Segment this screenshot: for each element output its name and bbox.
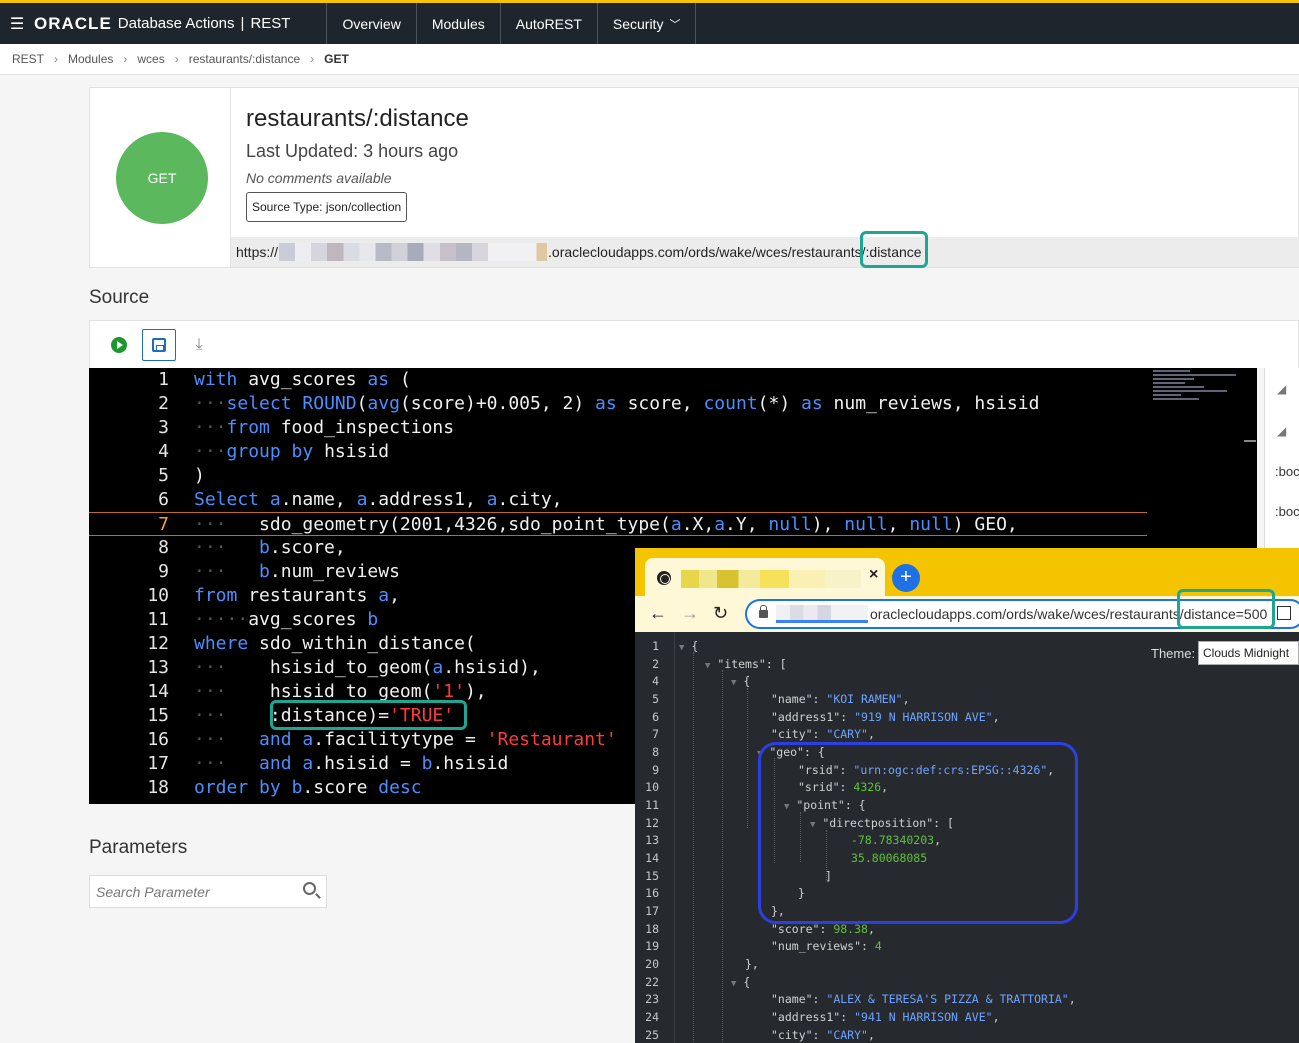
- url-query-highlight: [1177, 589, 1275, 629]
- breadcrumb-current: GET: [324, 52, 349, 66]
- chevron-right-icon: ›: [310, 52, 315, 66]
- geo-object-highlight: [758, 742, 1078, 924]
- download-button[interactable]: ⤓: [182, 329, 216, 361]
- breadcrumb-wces[interactable]: wces: [137, 52, 164, 66]
- play-icon: [111, 336, 127, 353]
- source-heading: Source: [89, 287, 150, 308]
- search-icon[interactable]: [303, 882, 316, 895]
- new-tab-button[interactable]: +: [892, 564, 920, 592]
- editor-scrollbar[interactable]: [1244, 440, 1256, 442]
- side-panel: ◢ ◢ :boc :boc: [1264, 368, 1299, 548]
- code-line: 6 Select a.name, a.address1, a.city,: [158, 489, 563, 510]
- side-panel-item[interactable]: :boc: [1275, 464, 1299, 479]
- search-placeholder: Search Parameter: [96, 883, 210, 900]
- search-parameter-input[interactable]: Search Parameter: [89, 875, 327, 908]
- chevron-right-icon: ›: [174, 52, 179, 66]
- reload-icon[interactable]: ↻: [713, 603, 728, 624]
- collapse-arrow-icon[interactable]: ◢: [1277, 424, 1286, 438]
- distance-param-highlight: [270, 700, 467, 730]
- nav-security[interactable]: Security ﹀: [596, 3, 697, 44]
- breadcrumb-modules[interactable]: Modules: [68, 52, 113, 66]
- handler-card: GET restaurants/:distance Last Updated: …: [89, 87, 1299, 268]
- oracle-logo: ORACLE: [34, 13, 112, 33]
- last-updated: Last Updated: 3 hours ago: [246, 141, 459, 161]
- hamburger-menu-icon[interactable]: ☰: [0, 3, 34, 44]
- source-type-badge: Source Type: json/collection: [246, 192, 408, 222]
- comments: No comments available: [246, 170, 392, 186]
- download-icon: ⤓: [195, 335, 203, 353]
- editor-minimap[interactable]: [1153, 370, 1245, 410]
- save-icon: [152, 337, 166, 352]
- redacted-url-host: [776, 605, 868, 623]
- globe-icon: [657, 571, 671, 585]
- brand: ORACLE Database Actions | REST: [34, 3, 326, 44]
- redacted-host: [279, 243, 548, 261]
- code-line-active: 7 ··· sdo_geometry(2001,4326,sdo_point_ty…: [89, 512, 1147, 536]
- share-icon[interactable]: [1277, 606, 1291, 620]
- endpoint-url[interactable]: https:// .oraclecloudapps.com/ords/wake/…: [231, 237, 1299, 267]
- save-button[interactable]: [142, 328, 176, 361]
- method-badge: GET: [116, 132, 208, 224]
- editor-toolbar: ⤓: [89, 320, 1299, 368]
- close-tab-icon[interactable]: ×: [869, 566, 878, 584]
- json-line: 22 ▼ {: [645, 975, 751, 989]
- chevron-down-icon: ﹀: [669, 18, 681, 31]
- json-line: 1 ▼ {: [652, 639, 699, 653]
- breadcrumb: REST › Modules › wces › restaurants/:dis…: [0, 44, 1299, 75]
- side-panel-item[interactable]: :boc: [1275, 504, 1299, 519]
- url-prefix: https://: [236, 244, 279, 260]
- url-param-highlight: [860, 231, 928, 268]
- breadcrumb-template[interactable]: restaurants/:distance: [189, 52, 300, 66]
- json-line: 2 ▼ "items": [: [652, 657, 787, 671]
- url-suffix: .oraclecloudapps.com/ords/wake/wces/rest…: [548, 244, 866, 260]
- page-title: restaurants/:distance: [246, 105, 469, 132]
- top-bar: ☰ ORACLE Database Actions | REST Overvie…: [0, 0, 1299, 44]
- back-icon[interactable]: ←: [649, 603, 667, 624]
- nav-modules[interactable]: Modules: [415, 3, 500, 44]
- product-name: Database Actions: [117, 15, 235, 32]
- code-line: 3 ···from food_inspections: [158, 417, 455, 438]
- json-line: 6 "address1": "919 N HARRISON AVE",: [652, 710, 1000, 724]
- nav-autorest[interactable]: AutoREST: [499, 3, 597, 44]
- breadcrumb-rest[interactable]: REST: [12, 52, 44, 66]
- method-panel: GET: [90, 88, 231, 267]
- json-line: 24 "address1": "941 N HARRISON AVE",: [645, 1010, 1000, 1024]
- code-line: 1 with avg_scores as (: [158, 369, 411, 390]
- browser-tab[interactable]: ×: [645, 558, 885, 596]
- collapse-arrow-icon[interactable]: ◢: [1277, 382, 1286, 396]
- json-line: 5 "name": "KOI RAMEN",: [652, 692, 910, 706]
- chevron-right-icon: ›: [54, 52, 59, 66]
- code-line: 2 ···select ROUND(avg(score)+0.005, 2) as…: [158, 393, 1040, 414]
- forward-icon[interactable]: →: [681, 603, 699, 624]
- json-line: 25 "city": "CARY",: [645, 1028, 875, 1042]
- lock-icon[interactable]: [759, 605, 768, 618]
- parameters-heading: Parameters: [89, 837, 188, 858]
- url-domain: oraclecloudapps.com/ords/wake/wces/resta…: [870, 606, 1180, 622]
- run-button[interactable]: [102, 329, 136, 361]
- section-name: REST: [250, 15, 291, 32]
- json-line: 19 "num_reviews": 4: [645, 939, 882, 953]
- code-line: 5): [158, 465, 205, 486]
- redacted-tab-title: [681, 570, 861, 588]
- json-line: 23 "name": "ALEX & TERESA'S PIZZA & TRATT…: [645, 992, 1076, 1006]
- chevron-right-icon: ›: [123, 52, 128, 66]
- json-line: 4 ▼ {: [652, 674, 751, 688]
- brand-separator: |: [240, 15, 245, 32]
- json-line: 20},: [645, 957, 759, 971]
- code-line: 4 ···group by hsisid: [158, 441, 390, 462]
- nav-overview[interactable]: Overview: [326, 3, 415, 44]
